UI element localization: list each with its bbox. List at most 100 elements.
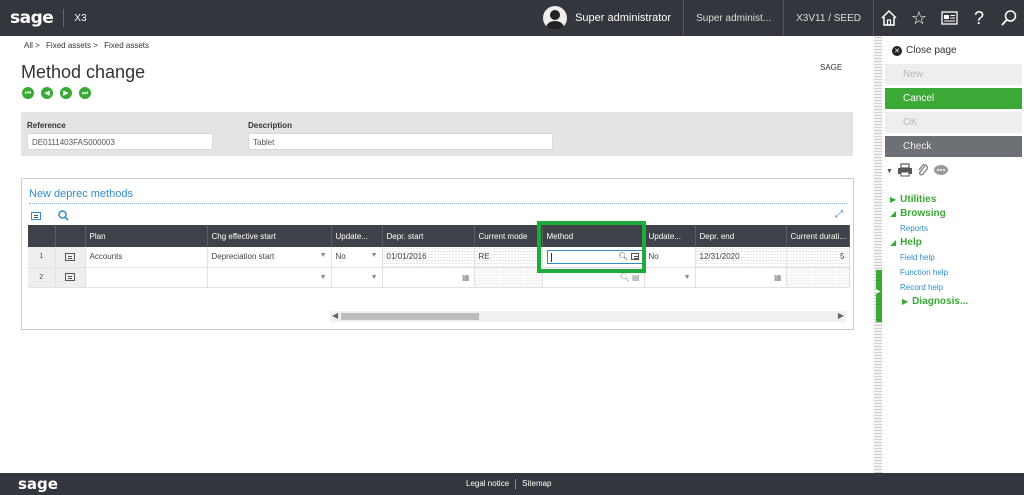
row-number: 2 [28, 267, 56, 288]
footer: sage Legal notice Sitemap [0, 473, 1024, 495]
cell-depr-start: 01/01/2016 [382, 247, 475, 268]
cell-chg-effective-start[interactable]: ▼ [207, 267, 332, 288]
row-icon-header [55, 225, 86, 247]
cell-depr-start[interactable]: ▦ [382, 267, 475, 288]
calendar-icon[interactable]: ▦ [774, 273, 782, 282]
column-header-current-duration[interactable]: Current durati... [786, 225, 850, 247]
record-help-link[interactable]: Record help [900, 283, 943, 292]
row-detail-icon[interactable] [55, 267, 86, 288]
expand-right-icon: ▶ [890, 195, 897, 204]
cell-plan[interactable] [85, 267, 208, 288]
cell-update-2[interactable]: ▼ [644, 267, 696, 288]
header-section: Reference DE0111403FAS000003 Description… [21, 112, 853, 156]
cell-current-duration [786, 267, 850, 288]
row-detail-icon[interactable] [55, 247, 86, 268]
cell-update[interactable]: ▼ [331, 267, 383, 288]
description-field[interactable]: Tablet [248, 133, 553, 150]
new-button[interactable]: New [885, 64, 1022, 85]
row-number-header [28, 225, 56, 247]
scroll-right-icon[interactable]: ▶ [838, 311, 844, 320]
sage-logo[interactable]: sage [10, 8, 54, 28]
column-header-chg-effective-start[interactable]: Chg effective start [207, 225, 332, 247]
product-name: X3 [74, 12, 87, 24]
footer-links: Legal notice Sitemap [466, 479, 552, 489]
expand-icon[interactable]: ⤢ [835, 209, 843, 220]
cell-value: Depreciation start [211, 252, 275, 262]
ok-button[interactable]: OK [885, 112, 1022, 133]
scroll-left-icon[interactable]: ◀ [332, 311, 338, 320]
table-row[interactable]: 1 Accounts Depreciation start ▼ No ▼ 01/01… [28, 247, 850, 268]
next-record-icon[interactable]: ▶ [60, 87, 72, 99]
expanded-icon: ◢ [890, 209, 897, 218]
reference-field[interactable]: DE0111403FAS000003 [27, 133, 213, 150]
browsing-label: Browsing [900, 208, 946, 219]
chevron-down-icon[interactable]: ▼ [886, 168, 893, 175]
cell-current-mode: RE [474, 247, 543, 268]
deprec-methods-grid: New deprec methods ⤢ Plan Chg effective … [21, 178, 854, 330]
news-icon[interactable] [934, 0, 964, 36]
panel-splitter[interactable] [874, 36, 882, 473]
cancel-button[interactable]: Cancel [885, 88, 1022, 109]
description-label: Description [248, 121, 293, 130]
method-highlight-box [537, 221, 646, 273]
cell-update-2: No [644, 247, 696, 268]
search-icon[interactable] [994, 0, 1024, 36]
scrollbar-thumb[interactable] [341, 313, 479, 320]
column-header-current-mode[interactable]: Current mode [474, 225, 543, 247]
user-avatar-icon[interactable] [543, 6, 568, 30]
attachment-icon[interactable] [917, 163, 929, 180]
column-header-update[interactable]: Update... [331, 225, 383, 247]
print-icon[interactable] [897, 163, 913, 180]
help-icon[interactable]: ? [964, 0, 994, 36]
column-header-depr-end[interactable]: Depr. end [695, 225, 787, 247]
last-record-icon[interactable]: ⏭ [79, 87, 91, 99]
calendar-icon[interactable]: ▦ [462, 273, 470, 282]
previous-record-icon[interactable]: ◀ [41, 87, 53, 99]
check-button[interactable]: Check [885, 136, 1022, 157]
panel-toggle-tab[interactable] [876, 270, 882, 322]
cell-chg-effective-start[interactable]: Depreciation start ▼ [207, 247, 332, 268]
close-page-button[interactable]: ✕ Close page [892, 45, 957, 56]
utilities-menu[interactable]: ▶ Utilities [890, 194, 936, 205]
grid-header-row: Plan Chg effective start Update... Depr.… [28, 225, 850, 247]
grid-search-icon[interactable] [58, 210, 69, 224]
grid-title: New deprec methods [29, 188, 133, 200]
cell-depr-end[interactable]: ▦ [695, 267, 787, 288]
home-icon[interactable] [874, 0, 904, 36]
field-help-link[interactable]: Field help [900, 253, 935, 262]
comment-icon[interactable] [933, 164, 949, 180]
dropdown-arrow-icon[interactable]: ▼ [320, 252, 327, 259]
breadcrumb-fixed-assets[interactable]: Fixed assets > [46, 41, 98, 50]
column-header-plan[interactable]: Plan [85, 225, 208, 247]
diagnosis-menu[interactable]: ▶ Diagnosis... [902, 296, 968, 307]
column-header-depr-start[interactable]: Depr. start [382, 225, 475, 247]
column-header-update-2[interactable]: Update... [644, 225, 696, 247]
breadcrumb: All > Fixed assets > Fixed assets [24, 41, 153, 50]
reports-link[interactable]: Reports [900, 224, 928, 233]
help-menu[interactable]: ◢ Help [890, 237, 922, 248]
expand-right-icon: ▶ [902, 297, 909, 306]
cell-plan[interactable]: Accounts [85, 247, 208, 268]
user-name[interactable]: Super administrator [575, 12, 671, 24]
dropdown-arrow-icon[interactable]: ▼ [371, 274, 378, 281]
sitemap-link[interactable]: Sitemap [522, 479, 551, 489]
first-record-icon[interactable]: ⏮ [22, 87, 34, 99]
cell-update[interactable]: No ▼ [331, 247, 383, 268]
star-icon[interactable]: ☆ [904, 0, 934, 36]
grid-table: Plan Chg effective start Update... Depr.… [28, 225, 850, 288]
folder-selector[interactable]: X3V11 / SEED [784, 13, 873, 24]
dropdown-arrow-icon[interactable]: ▼ [371, 252, 378, 259]
company-label: SAGE [820, 63, 843, 72]
table-row[interactable]: 2 ▼ ▼ ▦ 🔍︎ ▤ ▼ ▦ [28, 267, 850, 288]
role-selector[interactable]: Super administ... [684, 13, 783, 24]
function-help-link[interactable]: Function help [900, 268, 948, 277]
breadcrumb-fixed-assets-current[interactable]: Fixed assets [104, 41, 149, 50]
dropdown-arrow-icon[interactable]: ▼ [320, 274, 327, 281]
breadcrumb-all[interactable]: All > [24, 41, 40, 50]
method-lookup-icon[interactable]: 🔍︎ ▤ [620, 273, 640, 282]
legal-notice-link[interactable]: Legal notice [466, 479, 509, 489]
browsing-menu[interactable]: ◢ Browsing [890, 208, 946, 219]
horizontal-scrollbar[interactable]: ◀ ▶ [330, 311, 846, 322]
dropdown-arrow-icon[interactable]: ▼ [684, 274, 691, 281]
card-view-icon[interactable] [31, 210, 41, 222]
